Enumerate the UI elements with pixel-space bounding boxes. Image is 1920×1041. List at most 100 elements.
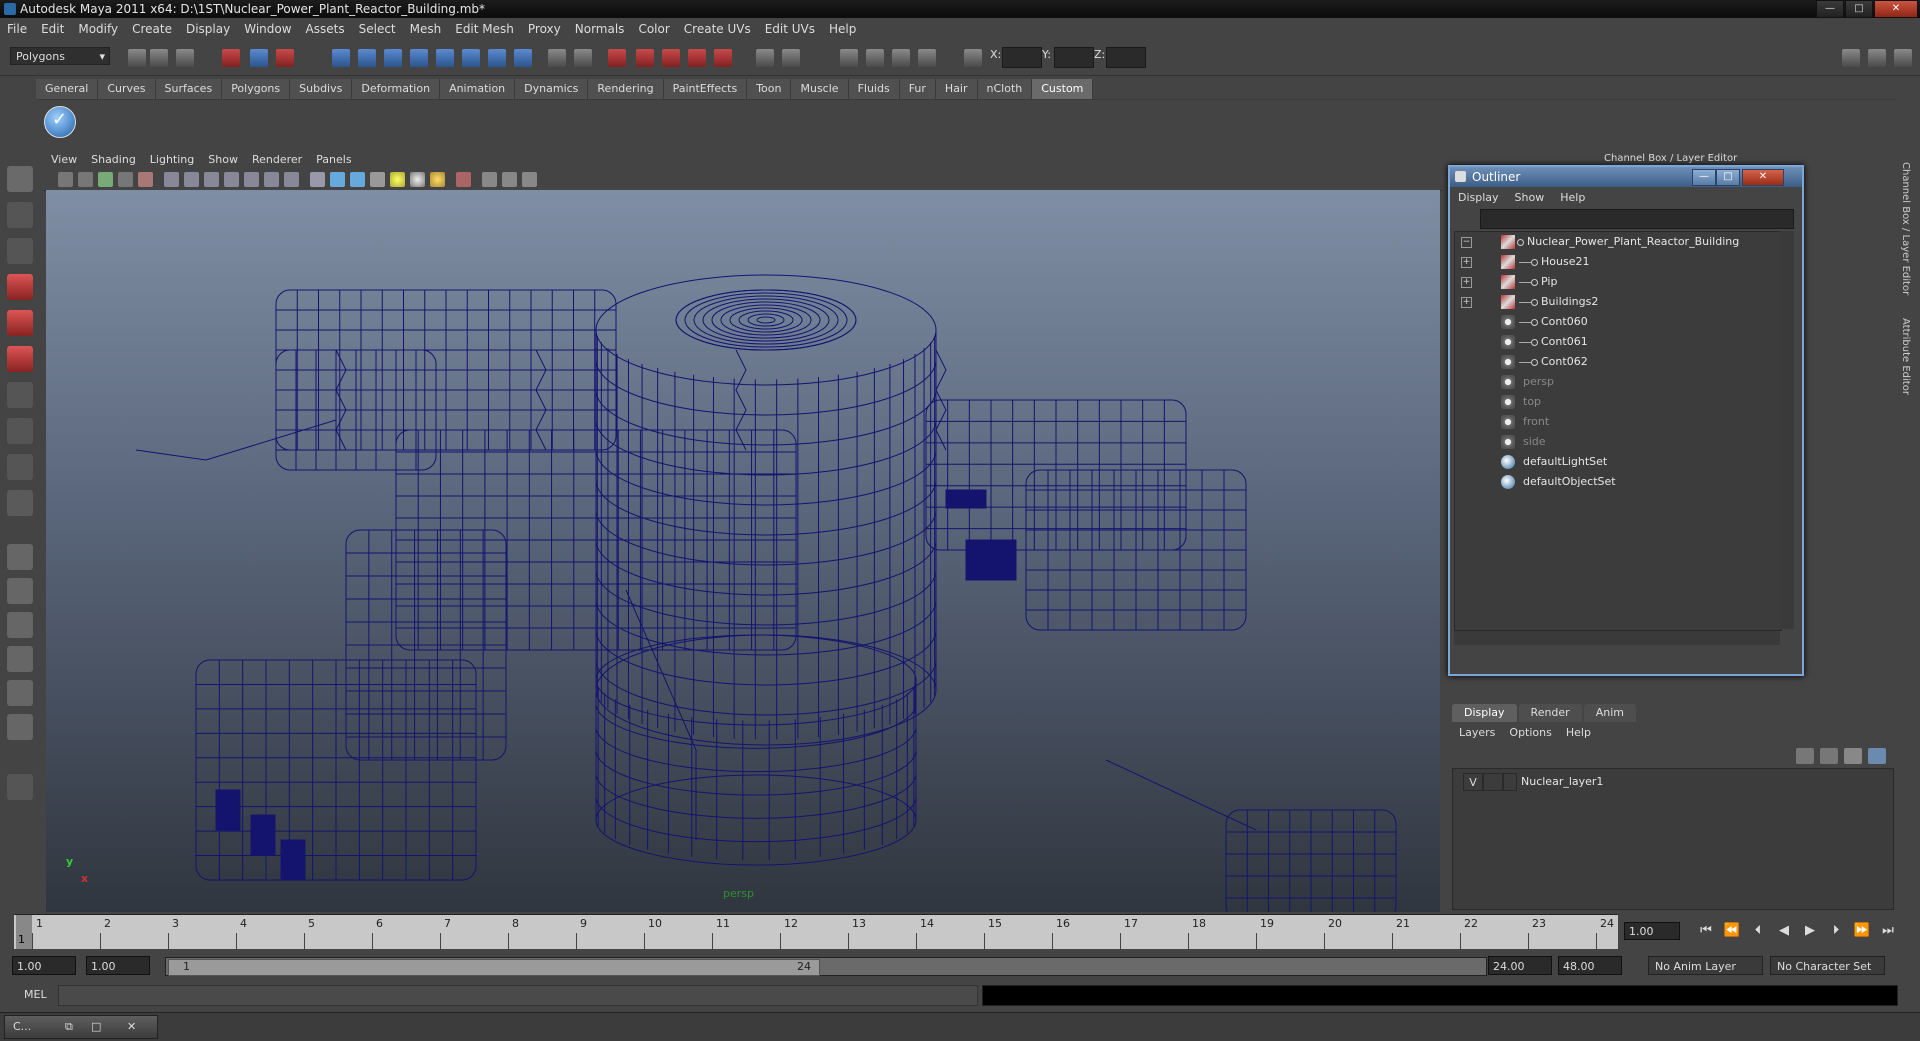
make-live-icon[interactable] (436, 49, 454, 67)
new-scene-icon[interactable] (128, 49, 146, 67)
bookmark-icon[interactable] (98, 172, 113, 187)
script-language-button[interactable]: MEL (24, 988, 47, 1001)
grease-pencil-icon[interactable] (138, 172, 153, 187)
go-to-end-icon[interactable]: ⏭ (1878, 922, 1898, 940)
menu-normals[interactable]: Normals (568, 22, 632, 36)
four-view-layout-icon[interactable] (7, 578, 33, 604)
snap-grid-icon[interactable] (332, 49, 350, 67)
expand-icon[interactable]: + (1461, 277, 1472, 288)
layer-editor-icon[interactable] (918, 49, 936, 67)
shelf-tab-ncloth[interactable]: nCloth (977, 79, 1033, 99)
snap-curve-icon[interactable] (358, 49, 376, 67)
xray-icon[interactable] (482, 172, 497, 187)
shelf-tab-deformation[interactable]: Deformation (352, 79, 441, 99)
move-layer-down-icon[interactable] (1820, 748, 1838, 764)
show-manipulator-icon[interactable] (7, 454, 33, 480)
minimized-window-item[interactable]: C... ⧉ □ ✕ (4, 1015, 158, 1039)
end-time-field[interactable]: 48.00 (1558, 956, 1622, 975)
play-backwards-icon[interactable]: ◀ (1774, 922, 1794, 940)
step-forward-key-icon[interactable]: ⏵ (1826, 922, 1846, 940)
render-current-icon[interactable] (608, 49, 626, 67)
lasso-tool-icon[interactable] (7, 202, 33, 228)
new-layer-from-selection-icon[interactable] (1868, 748, 1886, 764)
outliner-titlebar[interactable]: Outliner — □ ✕ (1450, 167, 1802, 187)
menu-select[interactable]: Select (352, 22, 403, 36)
expand-icon[interactable]: + (1461, 297, 1472, 308)
tool-settings-icon[interactable] (866, 49, 884, 67)
menu-set-dropdown[interactable]: Polygons (10, 47, 110, 66)
menu-edit-uvs[interactable]: Edit UVs (758, 22, 822, 36)
xray-components-icon[interactable] (522, 172, 537, 187)
playback-start-field[interactable]: 1.00 (86, 956, 150, 975)
shelf-tab-general[interactable]: General (36, 79, 99, 99)
shadows-icon[interactable] (430, 172, 445, 187)
layer-tab-anim[interactable]: Anim (1583, 704, 1636, 722)
viewport-menu-renderer[interactable]: Renderer (245, 153, 309, 166)
select-object-icon[interactable] (250, 49, 268, 67)
persp-hypershade-layout-icon[interactable] (7, 680, 33, 706)
mel-command-input[interactable] (58, 985, 978, 1006)
ipr-render-icon[interactable] (636, 49, 654, 67)
outliner-item[interactable]: + Pip (1455, 272, 1775, 292)
soft-mod-tool-icon[interactable] (7, 418, 33, 444)
menu-modify[interactable]: Modify (71, 22, 125, 36)
select-tool-icon[interactable] (7, 166, 33, 192)
close-button[interactable]: ✕ (1874, 0, 1918, 18)
current-time-field[interactable]: 1.00 (1624, 922, 1680, 940)
outliner-menu-help[interactable]: Help (1552, 191, 1593, 204)
outliner-menu-display[interactable]: Display (1450, 191, 1507, 204)
gate-mask-icon[interactable] (224, 172, 239, 187)
safe-action-icon[interactable] (264, 172, 279, 187)
viewport-menu-view[interactable]: View (44, 153, 84, 166)
toggle-attribute-editor-icon[interactable] (1842, 49, 1860, 67)
menu-assets[interactable]: Assets (299, 22, 352, 36)
shelf-tab-fluids[interactable]: Fluids (848, 79, 900, 99)
x-field[interactable] (1002, 47, 1042, 68)
layer-tab-display[interactable]: Display (1452, 704, 1517, 722)
shelf-tab-hair[interactable]: Hair (935, 79, 978, 99)
outliner-item[interactable]: defaultObjectSet (1455, 472, 1775, 492)
lock-icon[interactable] (548, 49, 566, 67)
select-camera-icon[interactable] (58, 172, 73, 187)
outliner-item[interactable]: defaultLightSet (1455, 452, 1775, 472)
outliner-item[interactable]: Cont061 (1455, 332, 1775, 352)
highlight-selection-icon[interactable] (574, 49, 592, 67)
textured-icon[interactable] (370, 172, 385, 187)
input-line-icon[interactable] (756, 49, 774, 67)
outliner-item[interactable]: + House21 (1455, 252, 1775, 272)
outliner-close-button[interactable]: ✕ (1742, 169, 1784, 186)
outliner-item[interactable]: top (1455, 392, 1775, 412)
save-scene-icon[interactable] (176, 49, 194, 67)
anim-layer-dropdown[interactable]: No Anim Layer (1648, 956, 1763, 975)
safe-title-icon[interactable] (284, 172, 299, 187)
render-settings-icon[interactable] (662, 49, 680, 67)
help-icon[interactable] (514, 49, 532, 67)
layer-color-swatch[interactable] (1503, 773, 1517, 791)
attribute-editor-icon[interactable] (840, 49, 858, 67)
new-empty-layer-icon[interactable] (1844, 748, 1862, 764)
playback-end-field[interactable]: 24.00 (1488, 956, 1552, 975)
shelf-tab-subdivs[interactable]: Subdivs (290, 79, 353, 99)
outliner-item[interactable]: Cont060 (1455, 312, 1775, 332)
grid-icon[interactable] (164, 172, 179, 187)
shelf-tab-curves[interactable]: Curves (98, 79, 156, 99)
perspective-viewport[interactable]: persp y x (46, 190, 1440, 912)
viewport-menu-show[interactable]: Show (201, 153, 245, 166)
step-forward-frame-icon[interactable]: ⏩ (1852, 922, 1872, 940)
single-perspective-layout-icon[interactable] (7, 544, 33, 570)
menu-create-uvs[interactable]: Create UVs (677, 22, 758, 36)
channel-box-icon[interactable] (892, 49, 910, 67)
channel-box-side-tab[interactable]: Channel Box / Layer Editor (1900, 162, 1911, 295)
start-time-field[interactable]: 1.00 (12, 956, 76, 975)
viewport-menu-lighting[interactable]: Lighting (143, 153, 201, 166)
snap-plane-icon[interactable] (410, 49, 428, 67)
isolate-select-icon[interactable] (456, 172, 471, 187)
outliner-filter-input[interactable] (1480, 209, 1794, 229)
z-field[interactable] (1106, 47, 1146, 68)
shelf-tab-surfaces[interactable]: Surfaces (155, 79, 223, 99)
maximize-icon[interactable]: □ (91, 1016, 101, 1038)
outliner-horizontal-scrollbar[interactable] (1454, 631, 1780, 645)
go-to-start-icon[interactable]: ⏮ (1696, 922, 1716, 940)
shelf-tab-animation[interactable]: Animation (440, 79, 516, 99)
outliner-item[interactable]: − Nuclear_Power_Plant_Reactor_Building (1455, 232, 1775, 252)
